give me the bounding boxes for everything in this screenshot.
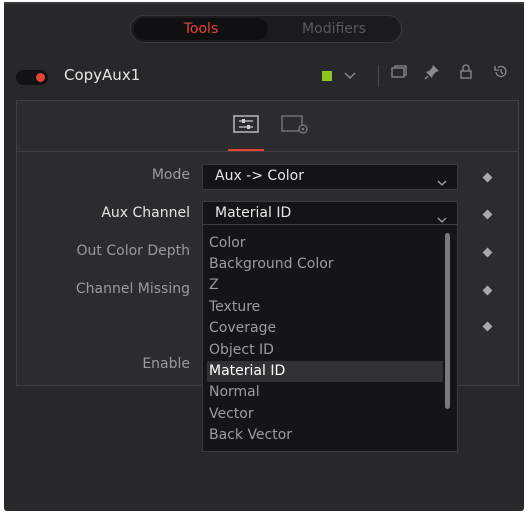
aux-channel-dropdown-list: Color Background Color Z Texture Coverag…: [202, 224, 458, 452]
panel-top-border: [4, 2, 524, 4]
mode-label: Mode: [151, 167, 190, 183]
lock-icon[interactable]: [456, 64, 476, 88]
channel-missing-label: Channel Missing: [75, 281, 190, 297]
version-icon[interactable]: [389, 64, 409, 88]
pin-icon[interactable]: [422, 64, 442, 88]
tab-modifiers[interactable]: Modifiers: [270, 18, 398, 40]
out-color-depth-label: Out Color Depth: [76, 243, 190, 259]
dropdown-option-color[interactable]: Color: [207, 233, 443, 254]
settings-page-icon[interactable]: [281, 115, 308, 134]
node-enable-toggle[interactable]: [16, 70, 48, 85]
dropdown-option-background-color[interactable]: Background Color: [207, 254, 443, 275]
aux-channel-value: Material ID: [215, 205, 292, 221]
dropdown-option-normal[interactable]: Normal: [207, 382, 443, 403]
node-title[interactable]: CopyAux1: [64, 66, 140, 84]
dropdown-scrollbar[interactable]: [445, 233, 450, 409]
chevron-down-icon: [437, 209, 447, 223]
dropdown-option-z[interactable]: Z: [207, 275, 443, 296]
dropdown-option-texture[interactable]: Texture: [207, 297, 443, 318]
chevron-down-icon: [437, 172, 447, 186]
mode-value: Aux -> Color: [215, 168, 304, 184]
chevron-down-icon[interactable]: [342, 64, 358, 88]
dropdown-option-back-vector[interactable]: Back Vector: [207, 425, 443, 446]
dropdown-option-coverage[interactable]: Coverage: [207, 318, 443, 339]
toggle-indicator: [36, 73, 45, 82]
inspector-tabs: Tools Modifiers: [130, 15, 402, 43]
header-divider: [378, 65, 379, 87]
tab-tools[interactable]: Tools: [134, 18, 268, 40]
dropdown-option-object-id[interactable]: Object ID: [207, 340, 443, 361]
aux-channel-label: Aux Channel: [101, 205, 190, 221]
enable-label: Enable: [142, 356, 190, 372]
node-color-swatch[interactable]: [322, 71, 332, 81]
page-tabs-divider: [17, 151, 518, 152]
dropdown-option-material-id[interactable]: Material ID: [207, 361, 443, 382]
reset-icon[interactable]: [490, 64, 512, 88]
controls-page-icon[interactable]: [233, 115, 259, 133]
dropdown-option-vector[interactable]: Vector: [207, 404, 443, 425]
mode-combobox[interactable]: Aux -> Color: [202, 164, 458, 190]
